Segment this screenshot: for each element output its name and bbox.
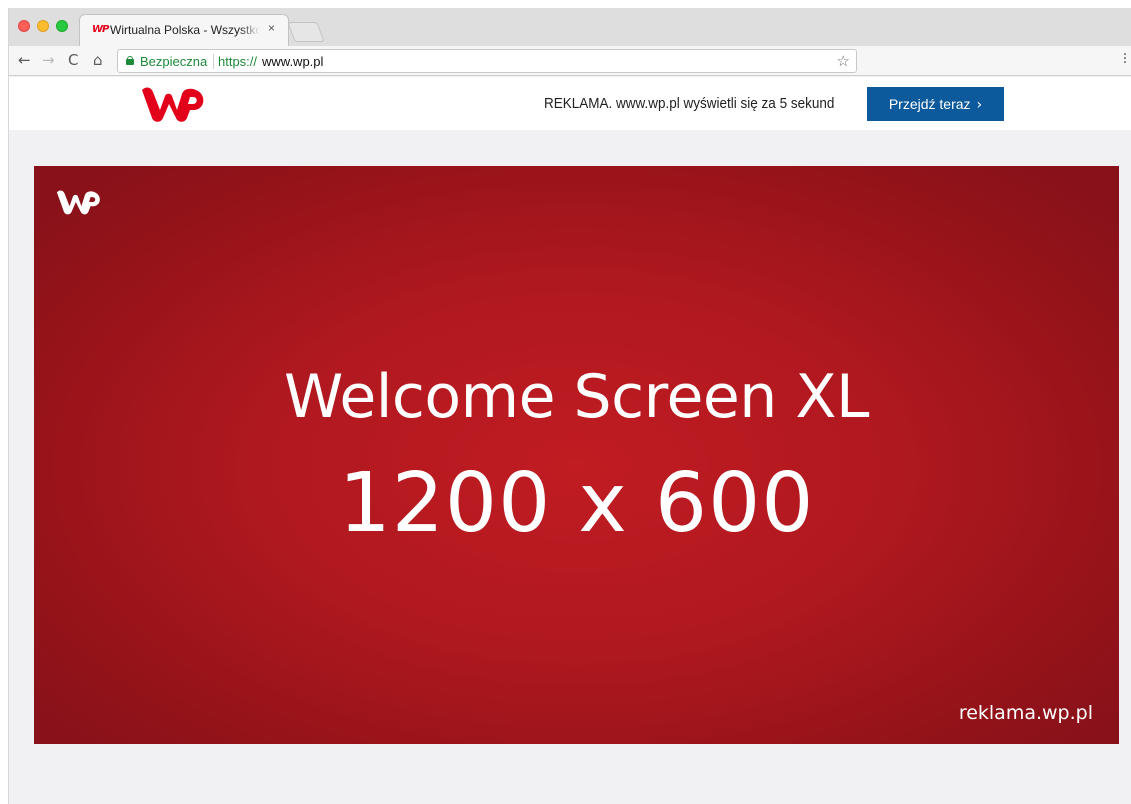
tab-title: Wirtualna Polska - Wszystko co — [110, 23, 260, 37]
reload-icon[interactable]: C — [68, 51, 78, 69]
window-minimize-button[interactable] — [37, 20, 49, 32]
browser-window: WP Wirtualna Polska - Wszystko co × ← → … — [8, 8, 1131, 804]
omnibox-divider — [213, 54, 214, 69]
wp-favicon-icon: WP — [92, 24, 109, 35]
wp-logo-white — [56, 190, 100, 215]
url-scheme: https:// — [218, 54, 258, 69]
bookmark-star-icon[interactable]: ☆ — [837, 52, 850, 70]
banner-title: Welcome Screen XL — [284, 362, 869, 432]
skip-ad-button-label: Przejdź teraz — [888, 96, 971, 112]
url-host: www.wp.pl — [262, 54, 324, 69]
chevron-right-icon: › — [976, 97, 983, 113]
page-viewport: REKLAMA. www.wp.pl wyświetli się za 5 se… — [9, 77, 1131, 804]
new-tab-button[interactable] — [287, 22, 325, 42]
tab-close-icon[interactable]: × — [268, 21, 275, 35]
security-label[interactable]: Bezpieczna — [140, 54, 207, 69]
back-arrow-icon[interactable]: ← — [18, 51, 31, 69]
skip-ad-button[interactable]: Przejdź teraz › — [867, 87, 1004, 121]
tab-strip: WP Wirtualna Polska - Wszystko co × — [9, 8, 1131, 46]
forward-arrow-icon[interactable]: → — [42, 51, 55, 69]
browser-tab[interactable]: WP Wirtualna Polska - Wszystko co × — [79, 14, 289, 46]
address-bar[interactable]: Bezpieczna https:// www.wp.pl ☆ — [117, 49, 857, 73]
window-close-button[interactable] — [18, 20, 30, 32]
home-icon[interactable]: ⌂ — [93, 51, 103, 69]
browser-menu-icon[interactable]: · · · — [1119, 48, 1131, 70]
welcome-screen-banner[interactable]: Welcome Screen XL 1200 x 600 reklama.wp.… — [34, 166, 1119, 744]
browser-toolbar: ← → C ⌂ Bezpieczna https:// www.wp.pl ☆ … — [9, 46, 1131, 76]
wp-logo[interactable] — [140, 84, 210, 124]
window-maximize-button[interactable] — [56, 20, 68, 32]
ad-header: REKLAMA. www.wp.pl wyświetli się za 5 se… — [9, 77, 1131, 130]
lock-icon — [126, 56, 134, 65]
banner-size-label: 1200 x 600 — [338, 456, 815, 551]
banner-footer-url: reklama.wp.pl — [958, 702, 1093, 724]
ad-countdown-notice: REKLAMA. www.wp.pl wyświetli się za 5 se… — [544, 95, 835, 112]
